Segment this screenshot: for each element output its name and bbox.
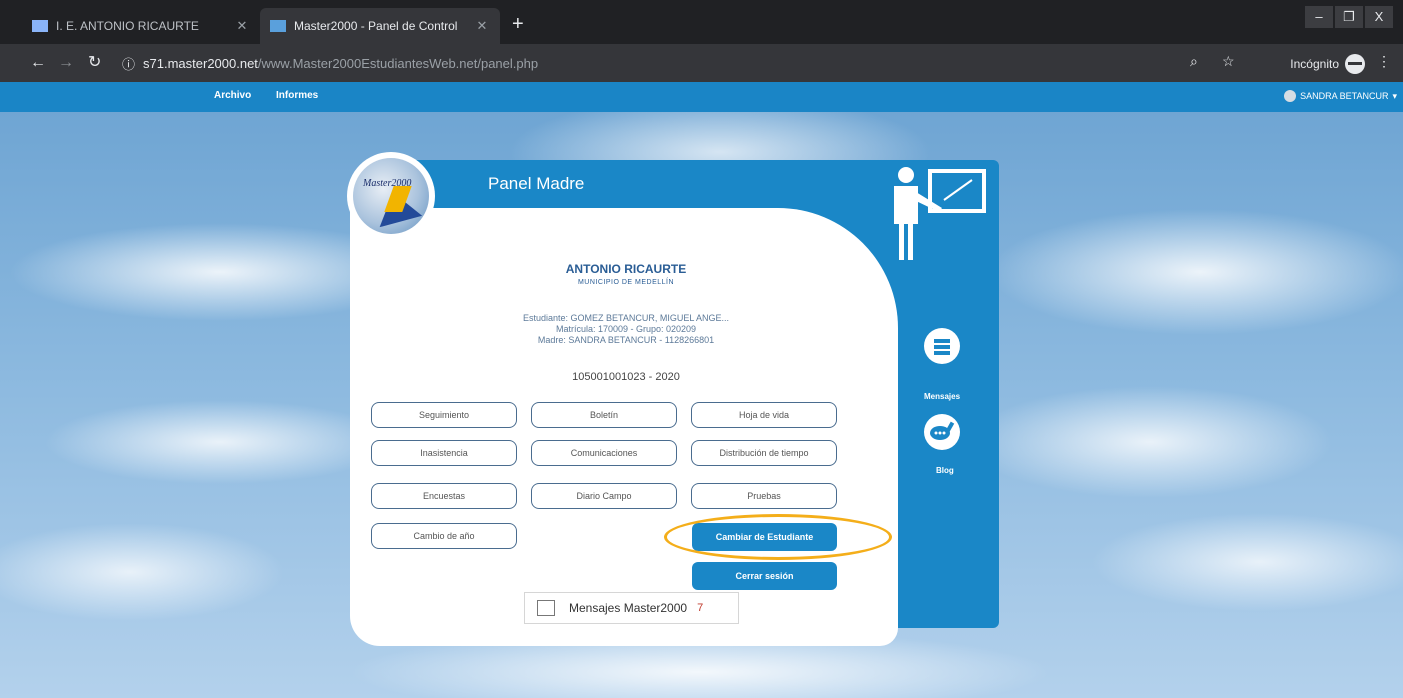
back-icon[interactable]: ← bbox=[30, 53, 46, 73]
chevron-down-icon: ▾ bbox=[1392, 90, 1397, 101]
messages-label[interactable]: Mensajes bbox=[924, 392, 960, 401]
incognito-label: Incógnito bbox=[1290, 57, 1339, 71]
highlight-oval bbox=[664, 514, 892, 560]
logo-text: Master2000 bbox=[363, 178, 412, 189]
blog-label[interactable]: Blog bbox=[936, 466, 954, 475]
url-host: s71.master2000.net bbox=[143, 55, 258, 71]
messages-bar-label: Mensajes Master2000 bbox=[569, 601, 688, 615]
restore-icon[interactable]: ❐ bbox=[1335, 6, 1363, 28]
incognito-icon bbox=[1345, 54, 1365, 74]
school-municipality: MUNICIPIO DE MEDELLÍN bbox=[577, 279, 675, 286]
close-icon[interactable]: ✕ bbox=[234, 18, 250, 34]
info-icon[interactable]: ⓘ bbox=[122, 54, 135, 73]
master2000-logo: Master2000 bbox=[347, 152, 435, 240]
school-favicon-icon bbox=[32, 20, 48, 32]
encuestas-button[interactable]: Encuestas bbox=[371, 483, 517, 509]
browser-toolbar: ← → ↻ ⓘ s71.master2000.net /www.Master20… bbox=[0, 44, 1403, 82]
school-name: ANTONIO RICAURTE bbox=[565, 262, 687, 276]
logout-button[interactable]: Cerrar sesión bbox=[692, 562, 837, 590]
comunicaciones-button[interactable]: Comunicaciones bbox=[531, 440, 677, 466]
diario-campo-button[interactable]: Diario Campo bbox=[531, 483, 677, 509]
tab-title: Master2000 - Panel de Control bbox=[294, 19, 458, 33]
messages-icon[interactable] bbox=[924, 328, 960, 364]
zoom-icon[interactable]: ⌕ bbox=[1190, 53, 1198, 70]
reload-icon[interactable]: ↻ bbox=[88, 53, 101, 73]
pruebas-button[interactable]: Pruebas bbox=[691, 483, 837, 509]
cambio-de-ano-button[interactable]: Cambio de año bbox=[371, 523, 517, 549]
mail-icon bbox=[537, 600, 555, 616]
blog-icon[interactable] bbox=[924, 414, 960, 450]
window-controls: – ❐ X bbox=[1303, 6, 1393, 28]
browser-tab-bar: I. E. ANTONIO RICAURTE ✕ Master2000 - Pa… bbox=[0, 0, 1403, 44]
boletin-button[interactable]: Boletín bbox=[531, 402, 677, 428]
avatar bbox=[1284, 90, 1297, 102]
teacher-icon bbox=[894, 167, 986, 260]
menu-archivo[interactable]: Archivo bbox=[214, 90, 251, 101]
menu-informes[interactable]: Informes bbox=[276, 90, 318, 101]
institution-code: 105001001023 - 2020 bbox=[572, 371, 680, 383]
close-icon[interactable]: ✕ bbox=[474, 18, 490, 34]
hoja-de-vida-button[interactable]: Hoja de vida bbox=[691, 402, 837, 428]
seguimiento-button[interactable]: Seguimiento bbox=[371, 402, 517, 428]
page-title: Panel Madre bbox=[488, 174, 585, 193]
student-line: Estudiante: GOMEZ BETANCUR, MIGUEL ANGE.… bbox=[522, 313, 730, 323]
close-window-icon[interactable]: X bbox=[1365, 6, 1393, 28]
app-menu-bar: Archivo Informes SANDRA BETANCUR ▾ bbox=[0, 82, 1403, 112]
tab-antonio-ricaurte[interactable]: I. E. ANTONIO RICAURTE ✕ bbox=[22, 8, 260, 44]
user-menu[interactable]: SANDRA BETANCUR ▾ bbox=[1284, 90, 1397, 102]
url-path: /www.Master2000EstudiantesWeb.net/panel.… bbox=[257, 55, 539, 71]
forward-icon[interactable]: → bbox=[58, 53, 74, 73]
minimize-icon[interactable]: – bbox=[1305, 6, 1333, 28]
user-name: SANDRA BETANCUR bbox=[1300, 91, 1389, 101]
messages-bar[interactable]: Mensajes Master2000 7 bbox=[524, 592, 739, 624]
star-icon[interactable]: ☆ bbox=[1222, 53, 1235, 70]
matricula-line: Matrícula: 170009 - Grupo: 020209 bbox=[555, 324, 697, 334]
madre-line: Madre: SANDRA BETANCUR - 1128266801 bbox=[537, 335, 715, 345]
incognito-indicator[interactable]: Incógnito bbox=[1290, 54, 1365, 74]
tab-master2000[interactable]: Master2000 - Panel de Control ✕ bbox=[260, 8, 500, 44]
menu-kebab-icon[interactable]: ⋮ bbox=[1377, 53, 1391, 70]
distribucion-tiempo-button[interactable]: Distribución de tiempo bbox=[691, 440, 837, 466]
address-bar[interactable]: ⓘ s71.master2000.net /www.Master2000Estu… bbox=[122, 50, 1202, 76]
new-tab-icon[interactable]: + bbox=[512, 14, 524, 34]
messages-count-badge: 7 bbox=[697, 602, 704, 614]
tab-title: I. E. ANTONIO RICAURTE bbox=[56, 19, 199, 33]
inasistencia-button[interactable]: Inasistencia bbox=[371, 440, 517, 466]
master2000-favicon-icon bbox=[270, 20, 286, 32]
